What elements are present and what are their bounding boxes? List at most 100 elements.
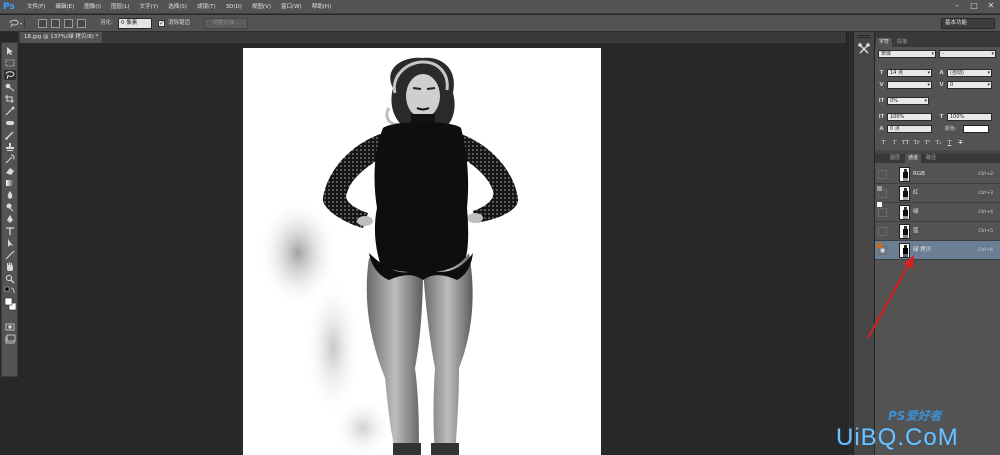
- channel-thumbnail: [899, 243, 910, 258]
- panel-dock: 字符 段落 宋体 - T 14 点 A (自动) V V 0 IT 0% IT …: [874, 32, 1000, 455]
- baseline-shift-input[interactable]: 0 点: [887, 125, 932, 133]
- tab-paths[interactable]: 路径: [923, 154, 939, 163]
- menu-file[interactable]: 文件(F): [22, 0, 50, 14]
- clone-stamp-tool-icon[interactable]: [4, 142, 16, 152]
- horizontal-scale-input[interactable]: 100%: [947, 113, 992, 121]
- menu-image[interactable]: 图像(I): [79, 0, 106, 14]
- font-family-select[interactable]: 宋体: [878, 50, 936, 58]
- eyedropper-tool-icon[interactable]: [4, 106, 16, 116]
- lasso-tool-icon[interactable]: [4, 70, 16, 80]
- channel-name: 红: [913, 190, 919, 196]
- vscale-percent-input[interactable]: 0%: [887, 97, 929, 105]
- minimize-button[interactable]: –: [952, 1, 962, 11]
- lasso-icon: [9, 19, 22, 28]
- document-tab[interactable]: 18.jpg @ 137%(绿 拷贝/8) *: [20, 32, 103, 43]
- brush-tool-icon[interactable]: [4, 130, 16, 140]
- tab-paragraph[interactable]: 段落: [894, 38, 910, 47]
- channel-row-green[interactable]: 绿 Ctrl+4: [875, 203, 1000, 222]
- horizontal-scale-icon: T: [939, 114, 944, 120]
- strikethrough-button[interactable]: T: [956, 139, 965, 147]
- watermark-site: UiBQ.CoM: [836, 424, 959, 451]
- blur-tool-icon[interactable]: [4, 190, 16, 200]
- crop-tool-icon[interactable]: [4, 94, 16, 104]
- channel-name: 蓝: [913, 228, 919, 234]
- menu-items: 文件(F) 编辑(E) 图像(I) 图层(L) 文字(Y) 选择(S) 滤镜(T…: [22, 0, 336, 14]
- hand-tool-icon[interactable]: [4, 262, 16, 272]
- font-style-select[interactable]: -: [939, 50, 996, 58]
- tab-channels[interactable]: 通道: [905, 154, 922, 163]
- channel-row-rgb[interactable]: RGB Ctrl+2: [875, 165, 1000, 184]
- superscript-button[interactable]: T¹: [923, 139, 932, 147]
- vertical-scrollbar[interactable]: [846, 32, 853, 455]
- line-tool-icon[interactable]: [4, 250, 16, 260]
- refine-edge-button[interactable]: 调整边缘...: [204, 18, 248, 29]
- channel-shortcut: Ctrl+6: [978, 248, 993, 253]
- quick-mask-icon[interactable]: [4, 322, 16, 332]
- menu-filter[interactable]: 滤镜(T): [192, 0, 221, 14]
- font-size-input[interactable]: 14 点: [887, 69, 932, 77]
- gradient-tool-icon[interactable]: [4, 178, 16, 188]
- dodge-tool-icon[interactable]: [4, 202, 16, 212]
- small-caps-button[interactable]: Tr: [912, 139, 921, 147]
- eraser-tool-icon[interactable]: [4, 166, 16, 176]
- screen-mode-icon[interactable]: [4, 334, 16, 344]
- channel-shortcut: Ctrl+4: [978, 210, 993, 215]
- foreground-background-color-icon[interactable]: [4, 296, 16, 312]
- tab-character[interactable]: 字符: [876, 38, 893, 47]
- move-tool-icon[interactable]: [4, 46, 16, 56]
- subtract-selection-icon[interactable]: [64, 19, 73, 28]
- leading-input[interactable]: (自动): [947, 69, 992, 77]
- pen-tool-icon[interactable]: [4, 214, 16, 224]
- subscript-button[interactable]: T₁: [934, 139, 943, 147]
- all-caps-button[interactable]: TT: [901, 139, 910, 147]
- workspace-select[interactable]: 基本功能: [941, 18, 995, 29]
- mini-icon: [877, 202, 882, 207]
- menu-view[interactable]: 视图(V): [247, 0, 276, 14]
- vertical-scale-input[interactable]: 100%: [887, 113, 932, 121]
- close-button[interactable]: ✕: [986, 1, 996, 11]
- channel-shortcut: Ctrl+5: [978, 229, 993, 234]
- text-color-swatch[interactable]: [963, 125, 989, 133]
- menu-layer[interactable]: 图层(L): [106, 0, 134, 14]
- channel-name: 绿 拷贝: [913, 247, 932, 253]
- channel-row-blue[interactable]: 蓝 Ctrl+5: [875, 222, 1000, 241]
- menu-type[interactable]: 文字(Y): [135, 0, 164, 14]
- feather-input[interactable]: 0 像素: [118, 18, 152, 29]
- path-selection-tool-icon[interactable]: [4, 238, 16, 248]
- document-canvas[interactable]: [243, 48, 601, 455]
- history-brush-tool-icon[interactable]: [4, 154, 16, 164]
- add-selection-icon[interactable]: [51, 19, 60, 28]
- menu-window[interactable]: 窗口(W): [276, 0, 307, 14]
- menu-edit[interactable]: 编辑(E): [50, 0, 79, 14]
- intersect-selection-icon[interactable]: [77, 19, 86, 28]
- tool-preset-picker[interactable]: [7, 18, 25, 29]
- canvas-area[interactable]: [18, 43, 846, 455]
- panel-grip[interactable]: [857, 35, 870, 38]
- type-tool-icon[interactable]: [4, 226, 16, 236]
- channel-row-green-copy[interactable]: ◉ 绿 拷贝 Ctrl+6: [875, 241, 1000, 260]
- menu-help[interactable]: 帮助(H): [307, 0, 336, 14]
- vscale-icon: IT: [878, 98, 885, 104]
- faux-bold-button[interactable]: T: [879, 139, 888, 147]
- channel-row-red[interactable]: 红 Ctrl+3: [875, 184, 1000, 203]
- kerning-icon: V: [879, 82, 884, 88]
- tracking-input[interactable]: 0: [947, 81, 992, 89]
- antialias-checkbox[interactable]: ✓: [158, 20, 165, 27]
- kerning-input[interactable]: [887, 81, 932, 89]
- menu-3d[interactable]: 3D(D): [221, 0, 247, 14]
- tracking-icon: V: [939, 82, 944, 88]
- quick-select-tool-icon[interactable]: [4, 82, 16, 92]
- vertical-scale-icon: IT: [878, 114, 885, 120]
- faux-italic-button[interactable]: T: [890, 139, 899, 147]
- healing-brush-tool-icon[interactable]: [4, 118, 16, 128]
- tool-presets-icon[interactable]: [857, 42, 871, 56]
- swap-colors-icon[interactable]: [4, 286, 16, 296]
- leading-icon: A: [939, 70, 944, 76]
- menu-select[interactable]: 选择(S): [163, 0, 192, 14]
- marquee-tool-icon[interactable]: [4, 58, 16, 68]
- maximize-button[interactable]: □: [969, 1, 979, 11]
- new-selection-icon[interactable]: [38, 19, 47, 28]
- zoom-tool-icon[interactable]: [4, 274, 16, 284]
- underline-button[interactable]: T: [945, 139, 954, 147]
- tab-layers[interactable]: 图层: [887, 154, 903, 163]
